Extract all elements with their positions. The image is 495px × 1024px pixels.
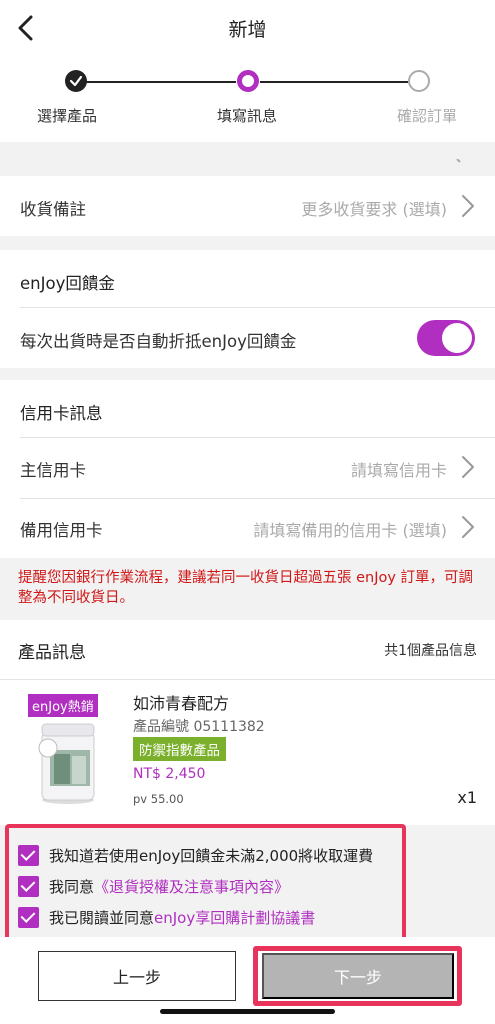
product-image [32,718,102,806]
product-pv: pv 55.00 [133,792,184,806]
product-section-title: 產品訊息 [18,643,86,663]
delivery-note-label: 收貨備註 [20,200,86,219]
step-label-select-product: 選擇產品 [36,107,97,125]
product-item[interactable]: enJoy熱銷 如沛青春配方 產品編號 05111382 防禦指數產品 NT$ … [0,680,495,825]
step-pending-icon [408,70,430,92]
product-name: 如沛青春配方 [133,694,230,713]
step-connector [260,81,408,83]
delivery-note-placeholder: 更多收貨要求 (選填) [301,200,447,219]
divider [20,307,495,308]
section-divider [0,368,495,380]
delivery-note-row[interactable]: 收貨備註 更多收貨要求 (選填) [0,176,495,236]
credit-card-title: 信用卡訊息 [20,404,103,423]
primary-card-label: 主信用卡 [20,461,86,480]
product-count: 共1個產品信息 [384,643,477,659]
auto-offset-toggle[interactable] [417,320,475,356]
next-step-button[interactable]: 下一步 [262,953,454,999]
credit-card-section: 信用卡訊息 主信用卡 請填寫信用卡 備用信用卡 請填寫備用的信用卡 (選填) [0,380,495,558]
toggle-knob [442,323,472,353]
product-price: NT$ 2,450 [133,766,206,782]
order-form-page: 新增 選擇產品 填寫訊息 確認訂單 收貨備註 更多收貨要求 (選填) enJoy… [0,0,495,1024]
primary-card-placeholder: 請填寫信用卡 [350,461,447,480]
backup-card-placeholder: 請填寫備用的信用卡 (選填) [253,521,447,540]
step-label-fill-info: 填寫訊息 [216,107,277,125]
backup-card-label: 備用信用卡 [20,521,103,540]
chevron-right-icon [461,515,475,539]
primary-card-row[interactable]: 主信用卡 請填寫信用卡 [0,438,495,498]
step-current-icon [237,70,259,92]
auto-offset-label: 每次出貨時是否自動折抵enJoy回饋金 [20,332,297,351]
step-done-icon [65,70,87,92]
chevron-right-icon [461,194,475,218]
enjoy-credit-title: enJoy回饋金 [20,274,115,293]
page-title: 新增 [228,19,267,41]
bank-warning-text: 提醒您因銀行作業流程，建議若同一收貨日超過五張 enJoy 訂單，可調整為不同收… [0,558,495,620]
nav-bar: 新增 [0,0,495,56]
section-divider [0,236,495,250]
product-quantity: x1 [457,788,477,807]
product-section-header: 產品訊息 共1個產品信息 [0,620,495,680]
step-connector [86,81,236,83]
agreements-highlight-box [5,824,406,942]
previous-step-button[interactable]: 上一步 [38,951,236,1001]
chevron-right-icon [461,455,475,479]
home-indicator [160,1009,335,1014]
chevron-fragment-icon [456,150,464,163]
checkmark-icon [69,75,83,87]
footer-actions: 上一步 下一步 [0,937,495,1024]
product-tag-badge: 防禦指數產品 [133,737,226,761]
section-divider [0,142,495,176]
progress-stepper: 選擇產品 填寫訊息 確認訂單 [0,56,495,142]
hot-sale-badge: enJoy熱銷 [28,694,98,717]
product-code: 產品編號 05111382 [133,719,265,735]
backup-card-row[interactable]: 備用信用卡 請填寫備用的信用卡 (選填) [0,499,495,558]
step-label-confirm-order: 確認訂單 [396,107,457,125]
enjoy-credit-section: enJoy回饋金 每次出貨時是否自動折抵enJoy回饋金 [0,250,495,368]
